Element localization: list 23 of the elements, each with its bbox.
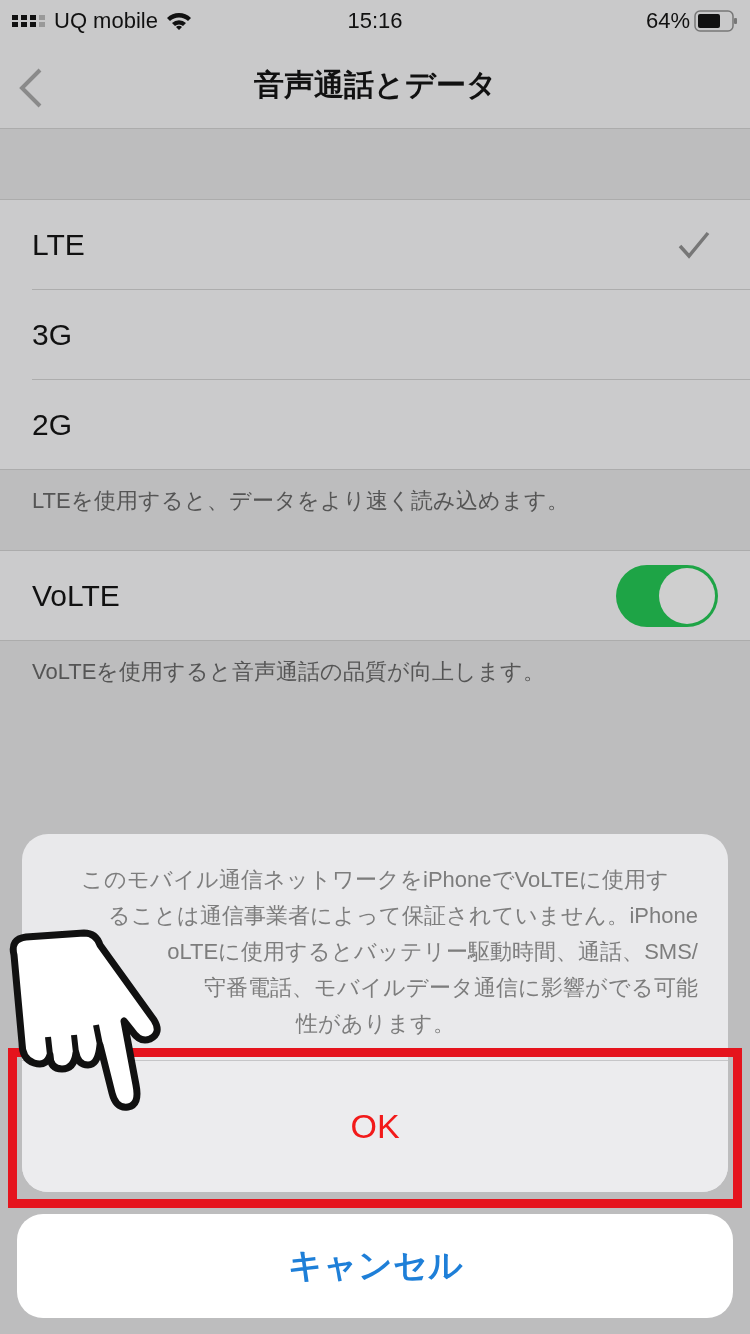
alert-message-line: 守番電話、モバイルデータ通信に影響がでる可能 [203,974,698,1002]
network-option[interactable]: LTE [32,200,750,290]
alert-message-line: ることは通信事業者によって保証されていません。iPhone [107,902,698,930]
cancel-button[interactable]: キャンセル [17,1214,733,1318]
ok-button[interactable]: OK [22,1060,728,1192]
carrier-name: UQ mobile [54,8,158,34]
network-option[interactable]: 3G [32,290,750,380]
battery-percent: 64% [645,8,690,34]
option-label: 2G [32,407,73,442]
volte-label: VoLTE [32,578,120,613]
alert-message-line: oLTEに使用するとバッテリー駆動時間、通話、SMS/ [166,938,698,966]
footer-note: VoLTEを使用すると音声通話の品質が向上します。 [31,658,547,686]
alert-message-line: このモバイル通信ネットワークをiPhoneでVoLTEに使用す [80,866,670,894]
screen-title: 音声通話とデータ [252,66,498,103]
battery-icon [694,10,738,32]
status-time: 15:16 [347,8,403,34]
option-label: 3G [32,317,73,352]
signal-icon [12,15,46,27]
wifi-icon [165,11,192,31]
footer-note: LTEを使用すると、データをより速く読み込めます。 [31,487,570,515]
option-label: LTE [32,227,85,262]
network-option[interactable]: 2G [32,380,750,469]
alert-message-line: 性があります。 [294,1010,456,1038]
